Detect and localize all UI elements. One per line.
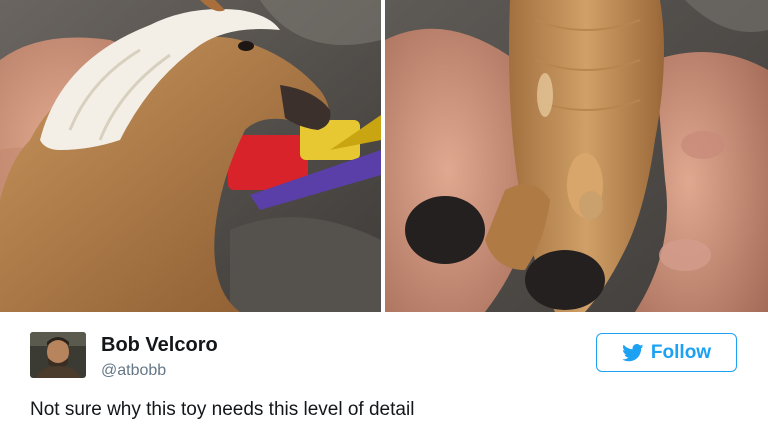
author-handle[interactable]: @atbobb [101,362,166,380]
toy-horse-side-photo [0,0,381,312]
twitter-bird-icon [622,343,644,361]
toy-horse-underside-photo [385,0,768,312]
follow-button[interactable]: Follow [596,333,737,372]
tweet-text: Not sure why this toy needs this level o… [30,399,415,420]
photo-collage [0,0,768,312]
follow-button-label: Follow [650,341,712,363]
author-name[interactable]: Bob Velcoro [101,334,218,357]
author-avatar[interactable] [30,332,86,378]
